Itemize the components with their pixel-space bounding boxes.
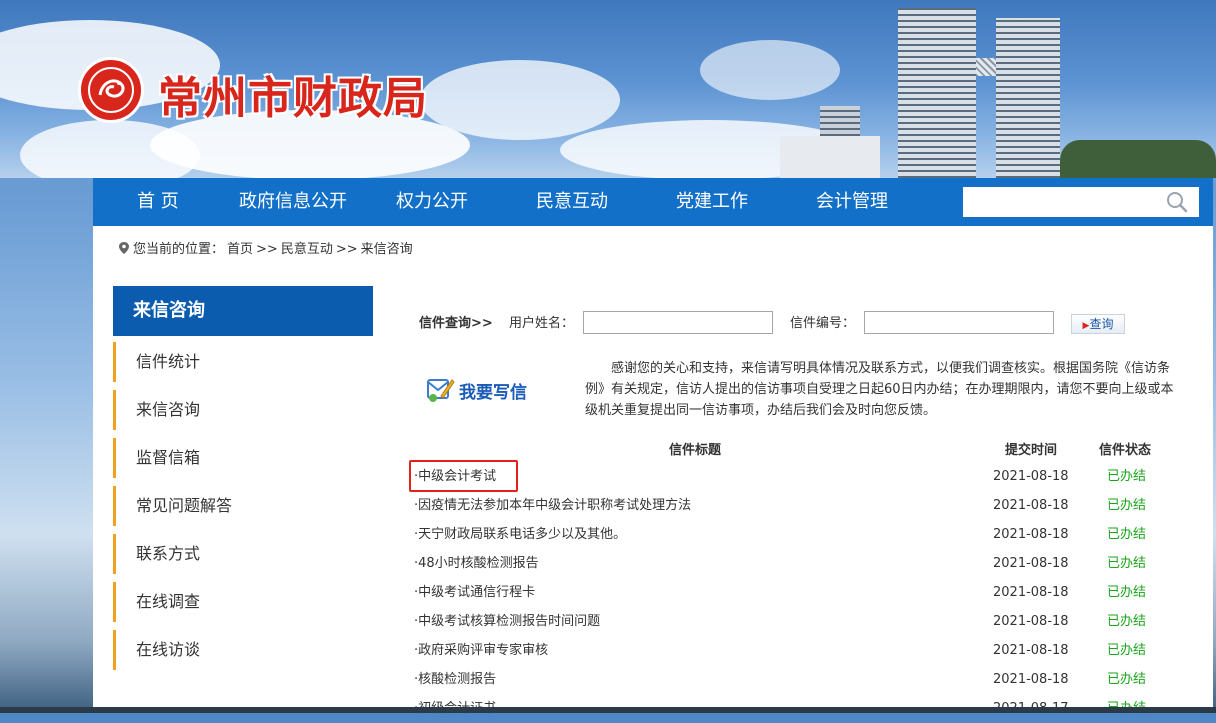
col-status: 信件状态 [1099, 439, 1151, 458]
letter-date: 2021-08-18 [993, 578, 1069, 607]
table-row: ·核酸检测报告 2021-08-18 已办结 [410, 665, 1180, 694]
letter-status: 已办结 [1107, 578, 1146, 607]
letter-date: 2021-08-18 [993, 520, 1069, 549]
search-input[interactable] [963, 187, 1199, 217]
letter-query-row: 信件查询>> 用户姓名： 信件编号： [419, 312, 493, 336]
letter-title-link[interactable]: ·中级考试通信行程卡 [414, 578, 535, 607]
sidebar-item-supervision-mailbox[interactable]: 监督信箱 [113, 438, 373, 478]
table-row: ·政府采购评审专家审核 2021-08-18 已办结 [410, 636, 1180, 665]
username-input[interactable] [583, 311, 773, 334]
letter-title-link[interactable]: ·中级考试核算检测报告时间问题 [414, 607, 600, 636]
content-area: 您当前的位置：首页>>民意互动>>来信咨询 来信咨询 信件统计 来信咨询 监督信… [93, 226, 1213, 713]
letter-no-label: 信件编号： [790, 312, 855, 336]
table-row: ·天宁财政局联系电话多少以及其他。 2021-08-18 已办结 [410, 520, 1180, 549]
nav-gov-info[interactable]: 政府信息公开 [239, 178, 347, 226]
letter-date: 2021-08-18 [993, 549, 1069, 578]
breadcrumb-separator: >> [336, 242, 358, 257]
building-right-tower [996, 18, 1060, 178]
nav-power[interactable]: 权力公开 [396, 178, 468, 226]
breadcrumb-separator: >> [256, 242, 278, 257]
site-title: 常州市财政局 [158, 62, 428, 126]
location-pin-icon [119, 242, 129, 254]
letter-date: 2021-08-18 [993, 665, 1069, 694]
sidebar-item-online-survey[interactable]: 在线调查 [113, 582, 373, 622]
write-letter-label: 我要写信 [459, 378, 527, 403]
skybridge [976, 58, 996, 76]
table-header: 信件标题 提交时间 信件状态 [410, 439, 1180, 459]
highlight-box [409, 460, 518, 492]
sidebar-title: 来信咨询 [113, 286, 373, 336]
nav-home[interactable]: 首 页 [137, 178, 179, 226]
building-low [780, 136, 880, 178]
letter-date: 2021-08-18 [993, 607, 1069, 636]
table-row: ·中级考试核算检测报告时间问题 2021-08-18 已办结 [410, 607, 1180, 636]
search-icon[interactable] [1165, 190, 1189, 214]
query-button-label: 查询 [1089, 317, 1113, 331]
write-letter-icon [425, 374, 455, 404]
trees [1060, 140, 1216, 178]
query-button[interactable]: ▶查询 [1071, 314, 1125, 334]
letter-title-link[interactable]: ·核酸检测报告 [414, 665, 496, 694]
letter-date: 2021-08-18 [993, 636, 1069, 665]
letter-status: 已办结 [1107, 636, 1146, 665]
breadcrumb-prefix: 您当前的位置： [133, 242, 224, 257]
letter-number-input[interactable] [864, 311, 1054, 334]
notice-text: 感谢您的关心和支持，来信请写明具体情况及联系方式，以便我们调查核实。根据国务院《… [585, 358, 1177, 421]
nav-party[interactable]: 党建工作 [676, 178, 748, 226]
sidebar-item-statistics[interactable]: 信件统计 [113, 342, 373, 382]
letter-status: 已办结 [1107, 491, 1146, 520]
sidebar-item-online-interview[interactable]: 在线访谈 [113, 630, 373, 670]
breadcrumb-public-interaction[interactable]: 民意互动 [281, 242, 333, 257]
col-title: 信件标题 [669, 439, 721, 458]
building-left-tower [898, 8, 976, 178]
table-row: ·因疫情无法参加本年中级会计职称考试处理方法 2021-08-18 已办结 [410, 491, 1180, 520]
letter-status: 已办结 [1107, 462, 1146, 491]
breadcrumb-current: 来信咨询 [361, 242, 413, 257]
header-banner: 常州市财政局 [0, 0, 1216, 178]
sidebar-item-contact[interactable]: 联系方式 [113, 534, 373, 574]
write-letter-button[interactable]: 我要写信 [425, 374, 545, 406]
letter-status: 已办结 [1107, 607, 1146, 636]
breadcrumb: 您当前的位置：首页>>民意互动>>来信咨询 [119, 238, 416, 257]
letter-date: 2021-08-18 [993, 491, 1069, 520]
table-row: ·48小时核酸检测报告 2021-08-18 已办结 [410, 549, 1180, 578]
table-row: ·中级会计考试 2021-08-18 已办结 [410, 462, 1180, 491]
col-date: 提交时间 [1005, 439, 1057, 458]
table-row: ·中级考试通信行程卡 2021-08-18 已办结 [410, 578, 1180, 607]
query-label: 信件查询>> [419, 316, 493, 331]
letter-status: 已办结 [1107, 549, 1146, 578]
letter-date: 2021-08-18 [993, 462, 1069, 491]
sidebar-item-faq[interactable]: 常见问题解答 [113, 486, 373, 526]
letter-title-link[interactable]: ·政府采购评审专家审核 [414, 636, 548, 665]
letter-title-link[interactable]: ·48小时核酸检测报告 [414, 549, 539, 578]
nav-public-interaction[interactable]: 民意互动 [536, 178, 608, 226]
bottom-bar [0, 707, 1216, 713]
breadcrumb-home[interactable]: 首页 [227, 242, 253, 257]
letter-status: 已办结 [1107, 665, 1146, 694]
letter-status: 已办结 [1107, 520, 1146, 549]
main-nav: 首 页 政府信息公开 权力公开 民意互动 党建工作 会计管理 [93, 178, 1213, 226]
username-label: 用户姓名： [509, 312, 574, 336]
nav-accounting[interactable]: 会计管理 [816, 178, 888, 226]
logo-emblem [78, 57, 144, 123]
letter-title-link[interactable]: ·天宁财政局联系电话多少以及其他。 [414, 520, 626, 549]
sidebar-item-consultation[interactable]: 来信咨询 [113, 390, 373, 430]
letter-title-link[interactable]: ·因疫情无法参加本年中级会计职称考试处理方法 [414, 491, 691, 520]
